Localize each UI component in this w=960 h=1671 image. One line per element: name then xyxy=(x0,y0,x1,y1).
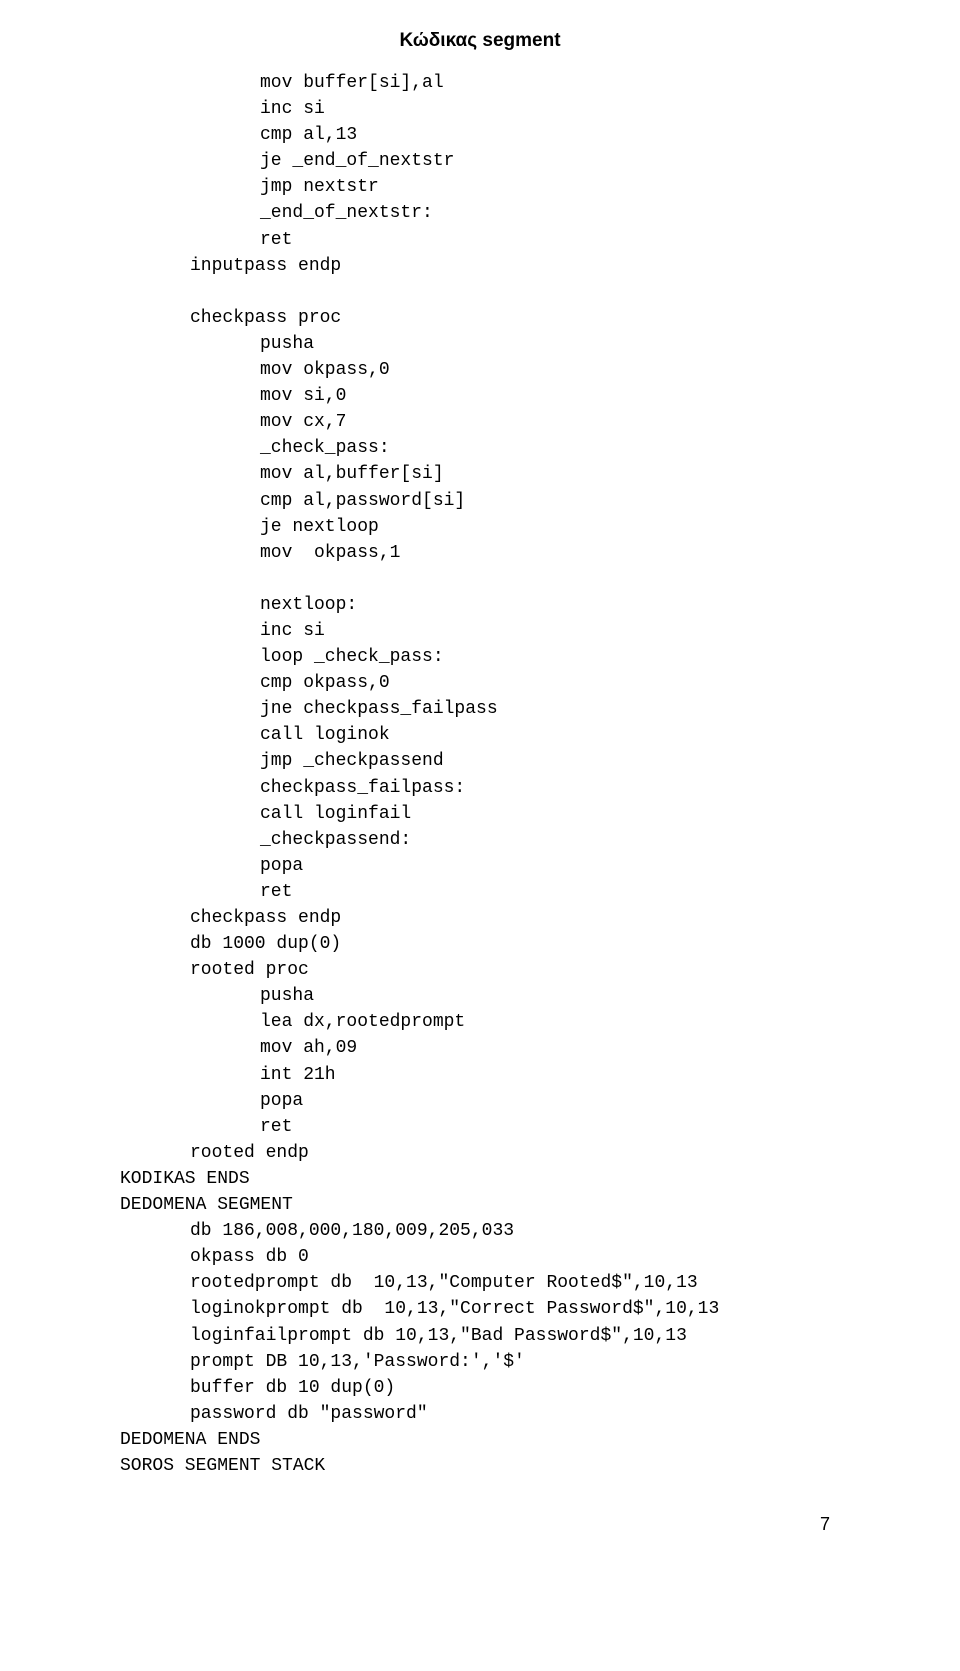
code-line: mov okpass,0 xyxy=(120,357,840,383)
code-line: loginokprompt db 10,13,"Correct Password… xyxy=(120,1296,840,1322)
code-line: ret xyxy=(120,1114,840,1140)
code-line: je _end_of_nextstr xyxy=(120,148,840,174)
code-line: _check_pass: xyxy=(120,435,840,461)
code-line: mov ah,09 xyxy=(120,1035,840,1061)
code-listing: mov buffer[si],alinc sicmp al,13je _end_… xyxy=(120,70,840,1479)
code-line: je nextloop xyxy=(120,514,840,540)
code-line: db 186,008,000,180,009,205,033 xyxy=(120,1218,840,1244)
code-line: okpass db 0 xyxy=(120,1244,840,1270)
code-line: buffer db 10 dup(0) xyxy=(120,1375,840,1401)
code-line: KODIKAS ENDS xyxy=(120,1166,840,1192)
code-line: popa xyxy=(120,853,840,879)
code-line: ret xyxy=(120,879,840,905)
code-line: rooted proc xyxy=(120,957,840,983)
code-line xyxy=(120,279,840,305)
code-line: mov buffer[si],al xyxy=(120,70,840,96)
code-line: loop _check_pass: xyxy=(120,644,840,670)
code-line: jne checkpass_failpass xyxy=(120,696,840,722)
code-line: DEDOMENA ENDS xyxy=(120,1427,840,1453)
code-line: prompt DB 10,13,'Password:','$' xyxy=(120,1349,840,1375)
code-line xyxy=(120,566,840,592)
code-line: mov cx,7 xyxy=(120,409,840,435)
page-number: 7 xyxy=(120,1514,840,1535)
code-line: nextloop: xyxy=(120,592,840,618)
code-line: call loginok xyxy=(120,722,840,748)
code-line: pusha xyxy=(120,983,840,1009)
code-line: mov okpass,1 xyxy=(120,540,840,566)
code-line: mov si,0 xyxy=(120,383,840,409)
code-line: mov al,buffer[si] xyxy=(120,461,840,487)
code-line: call loginfail xyxy=(120,801,840,827)
code-line: pusha xyxy=(120,331,840,357)
code-line: DEDOMENA SEGMENT xyxy=(120,1192,840,1218)
code-line: ret xyxy=(120,227,840,253)
code-line: SOROS SEGMENT STACK xyxy=(120,1453,840,1479)
code-line: jmp _checkpassend xyxy=(120,748,840,774)
page-title: Κώδικας segment xyxy=(120,30,840,52)
code-line: rootedprompt db 10,13,"Computer Rooted$"… xyxy=(120,1270,840,1296)
code-line: int 21h xyxy=(120,1062,840,1088)
code-line: lea dx,rootedprompt xyxy=(120,1009,840,1035)
code-line: _checkpassend: xyxy=(120,827,840,853)
code-line: popa xyxy=(120,1088,840,1114)
code-line: cmp al,password[si] xyxy=(120,488,840,514)
code-line: cmp okpass,0 xyxy=(120,670,840,696)
code-line: rooted endp xyxy=(120,1140,840,1166)
code-line: inputpass endp xyxy=(120,253,840,279)
code-line: password db "password" xyxy=(120,1401,840,1427)
code-line: loginfailprompt db 10,13,"Bad Password$"… xyxy=(120,1323,840,1349)
code-line: jmp nextstr xyxy=(120,174,840,200)
code-line: inc si xyxy=(120,96,840,122)
code-line: db 1000 dup(0) xyxy=(120,931,840,957)
code-line: checkpass proc xyxy=(120,305,840,331)
code-line: checkpass_failpass: xyxy=(120,775,840,801)
document-page: Κώδικας segment mov buffer[si],alinc sic… xyxy=(0,0,960,1575)
code-line: checkpass endp xyxy=(120,905,840,931)
code-line: cmp al,13 xyxy=(120,122,840,148)
code-line: _end_of_nextstr: xyxy=(120,200,840,226)
code-line: inc si xyxy=(120,618,840,644)
